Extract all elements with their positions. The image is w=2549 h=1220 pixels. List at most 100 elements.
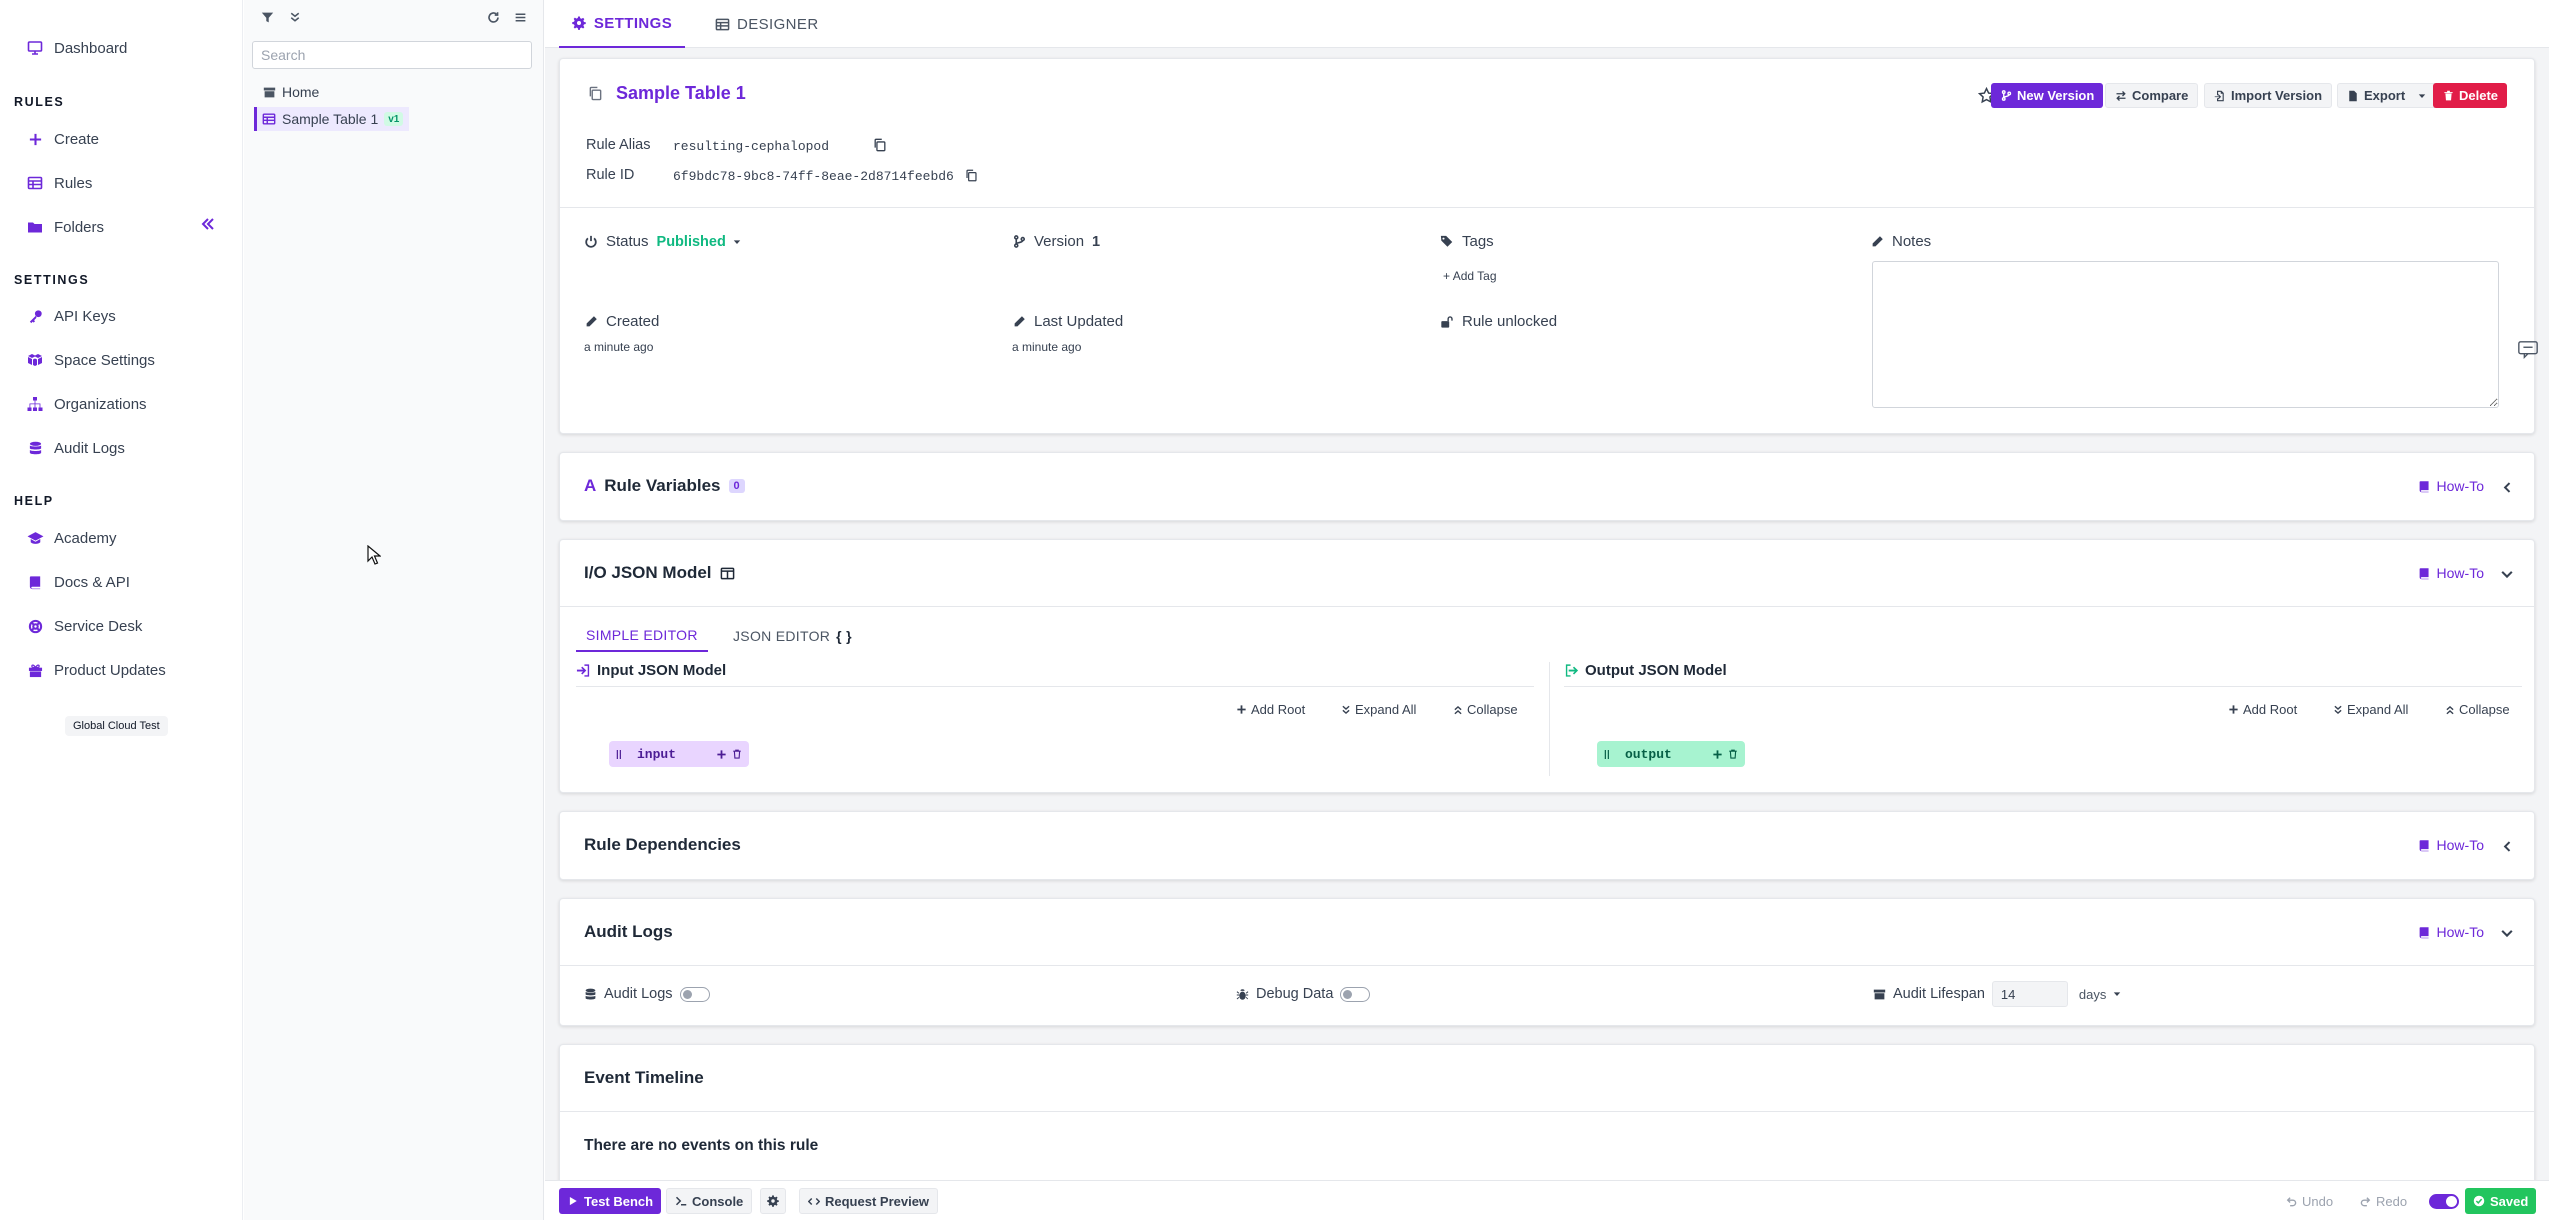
gift-icon (26, 661, 44, 679)
new-version-button[interactable]: New Version (1991, 83, 2104, 108)
howto-link[interactable]: How-To (2418, 837, 2484, 853)
nav-docs-api-label: Docs & API (54, 573, 130, 591)
plus-icon: + (1443, 269, 1453, 283)
rule-dependencies-section[interactable]: Rule Dependencies How-To (559, 811, 2535, 880)
test-bench-button[interactable]: Test Bench (559, 1188, 662, 1214)
nav-academy[interactable]: Academy (26, 524, 117, 552)
status-field: Status Published (584, 233, 744, 250)
howto-link[interactable]: How-To (2418, 565, 2484, 581)
expand-all-button[interactable]: Expand All (1340, 702, 1416, 717)
howto-link[interactable]: How-To (2418, 478, 2484, 494)
code-branch-icon (1012, 235, 1026, 249)
request-preview-button[interactable]: Request Preview (799, 1188, 939, 1214)
copy-alias-icon[interactable] (873, 138, 887, 152)
collapse-sidebar-icon[interactable] (200, 216, 216, 232)
menu-icon[interactable] (511, 8, 529, 26)
rule-variables-title-text: Rule Variables (604, 476, 721, 495)
add-root-button[interactable]: Add Root (1236, 702, 1305, 717)
audit-lifespan-field: Audit Lifespan days (1873, 981, 2123, 1007)
notes-textarea[interactable] (1872, 261, 2499, 408)
tab-designer[interactable]: DESIGNER (715, 0, 819, 48)
nav-service-desk-label: Service Desk (54, 617, 143, 635)
saved-status-button[interactable]: Saved (2465, 1188, 2537, 1214)
lifespan-unit-dropdown[interactable]: days (2079, 987, 2123, 1002)
rule-variables-section[interactable]: A Rule Variables 0 How-To (559, 452, 2535, 521)
tab-json-editor[interactable]: JSON EDITOR { } (723, 620, 862, 652)
expand-all-button[interactable]: Expand All (2332, 702, 2408, 717)
status-dropdown[interactable]: Published (657, 234, 744, 250)
compare-button[interactable]: Compare (2105, 83, 2199, 108)
tree-item-home[interactable]: Home (262, 80, 319, 104)
nav-organizations[interactable]: Organizations (26, 390, 147, 418)
tab-simple-editor[interactable]: SIMPLE EDITOR (576, 620, 708, 652)
life-ring-icon (26, 617, 44, 635)
copy-id-icon[interactable] (964, 168, 978, 182)
trash-icon[interactable] (731, 748, 743, 760)
add-root-label: Add Root (2243, 702, 2298, 717)
audit-logs-title[interactable]: Audit Logs (584, 922, 673, 942)
collapse-button[interactable]: Collapse (2444, 702, 2510, 717)
nav-rules[interactable]: Rules (26, 169, 92, 197)
nav-api-keys[interactable]: API Keys (26, 302, 116, 330)
unlock-icon (1440, 315, 1454, 329)
divider (1564, 686, 2522, 687)
chevron-down-icon[interactable] (2500, 926, 2514, 940)
copy-icon[interactable] (586, 85, 604, 103)
nav-service-desk[interactable]: Service Desk (26, 612, 142, 640)
test-bench-label: Test Bench (584, 1193, 654, 1209)
nav-docs-api[interactable]: Docs & API (26, 568, 130, 596)
io-json-model-title[interactable]: I/O JSON Model (584, 563, 735, 583)
table-icon (715, 17, 730, 32)
last-updated-value: a minute ago (1012, 340, 1082, 354)
double-chevron-down-icon (1340, 704, 1351, 715)
tab-settings[interactable]: SETTINGS (559, 0, 685, 48)
rule-dependencies-title: Rule Dependencies (584, 835, 741, 854)
add-tag-button[interactable]: + Add Tag (1443, 269, 1497, 283)
json-node-input[interactable]: input (609, 741, 749, 767)
settings-button[interactable] (760, 1188, 786, 1214)
add-root-button[interactable]: Add Root (2228, 702, 2297, 717)
book-icon (2418, 479, 2432, 493)
chevron-left-icon[interactable] (2500, 480, 2514, 494)
refresh-icon[interactable] (484, 8, 502, 26)
nav-product-updates[interactable]: Product Updates (26, 656, 166, 684)
drag-handle-icon[interactable] (615, 748, 623, 760)
expand-all-icon[interactable] (286, 8, 304, 26)
debug-data-toggle[interactable] (1340, 986, 1371, 1002)
import-version-button[interactable]: Import Version (2204, 83, 2333, 108)
export-dropdown-button[interactable]: Export (2337, 83, 2439, 108)
audit-lifespan-input[interactable] (1991, 981, 2068, 1007)
feedback-chat-icon[interactable] (2516, 338, 2540, 362)
trash-icon[interactable] (1727, 748, 1739, 760)
json-node-output[interactable]: output (1597, 741, 1745, 767)
main-navigation: Dashboard RULES Create Rules Folders SET… (0, 0, 243, 1220)
plus-icon[interactable] (715, 748, 727, 760)
filter-icon[interactable] (258, 8, 276, 26)
delete-button[interactable]: Delete (2433, 83, 2508, 108)
nav-section-help: HELP (14, 494, 54, 508)
console-button[interactable]: Console (666, 1188, 753, 1214)
table-icon (26, 174, 44, 192)
autosave-toggle[interactable] (2429, 1194, 2459, 1209)
import-version-label: Import Version (2231, 88, 2323, 103)
redo-button[interactable]: Redo (2351, 1188, 2415, 1214)
chevron-left-icon[interactable] (2500, 839, 2514, 853)
howto-link[interactable]: How-To (2418, 924, 2484, 940)
tree-search-input[interactable] (252, 41, 532, 69)
plus-icon[interactable] (1711, 748, 1723, 760)
nav-dashboard[interactable]: Dashboard (26, 34, 127, 62)
nav-space-settings[interactable]: Space Settings (26, 346, 155, 374)
nav-folders[interactable]: Folders (26, 213, 104, 241)
drag-handle-icon[interactable] (1603, 748, 1611, 760)
collapse-button[interactable]: Collapse (1452, 702, 1518, 717)
nav-audit-logs[interactable]: Audit Logs (26, 434, 125, 462)
book-icon (2418, 566, 2432, 580)
nav-create[interactable]: Create (26, 125, 99, 153)
chevron-down-icon[interactable] (2500, 567, 2514, 581)
plus-icon (26, 130, 44, 148)
undo-button[interactable]: Undo (2277, 1188, 2341, 1214)
audit-logs-toggle-field: Audit Logs (584, 986, 710, 1002)
tree-item-sample-table[interactable]: Sample Table 1 v1 (254, 107, 410, 131)
braces-icon: { } (836, 628, 852, 644)
audit-logs-toggle[interactable] (679, 986, 710, 1002)
